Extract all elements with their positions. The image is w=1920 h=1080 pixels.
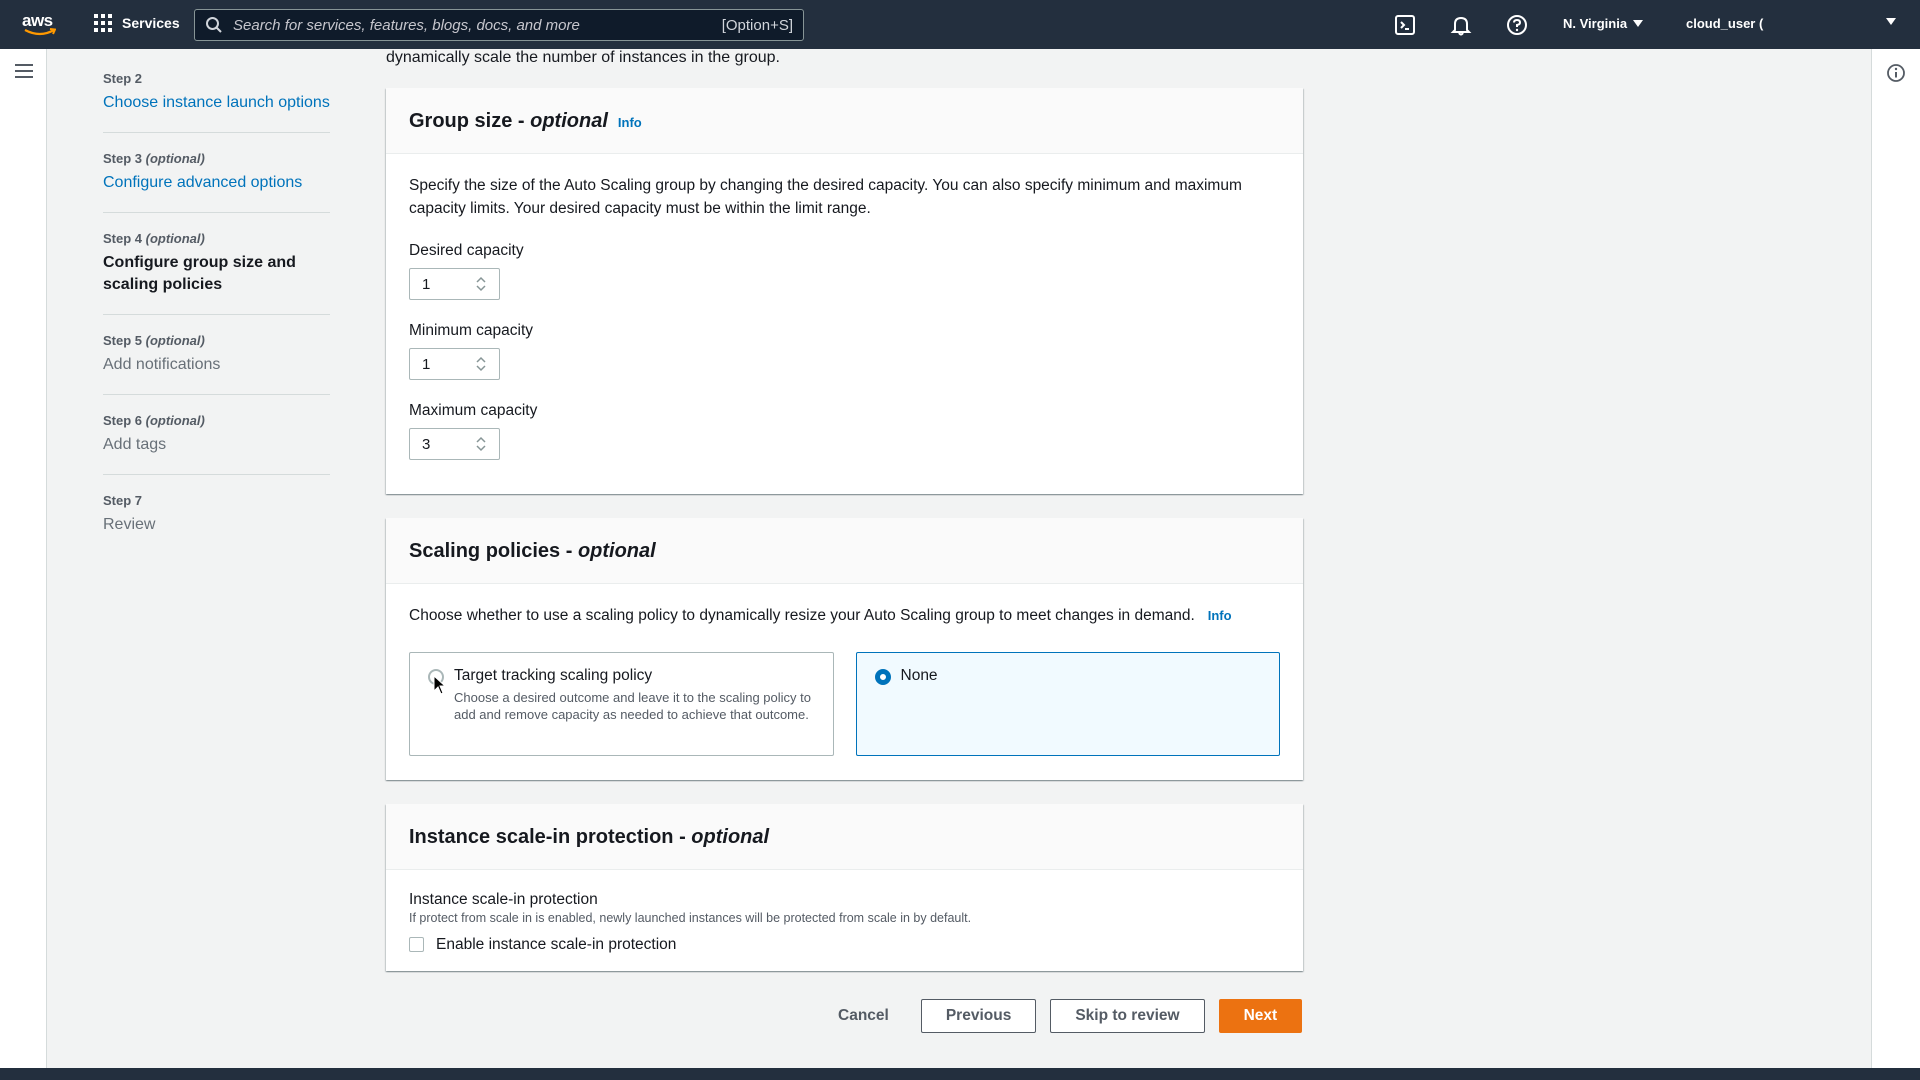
- stepper-icon[interactable]: [475, 355, 487, 373]
- maximum-capacity-label: Maximum capacity: [409, 402, 538, 419]
- previous-button[interactable]: Previous: [920, 999, 1037, 1033]
- aws-smile-icon: [24, 28, 56, 36]
- search-shortcut: [Option+S]: [721, 16, 793, 34]
- main-page: Step 2 Choose instance launch options St…: [0, 49, 1920, 1068]
- wizard-step-6: Step 6 (optional) Add tags: [103, 413, 330, 475]
- minimum-capacity-input[interactable]: 1: [409, 348, 500, 380]
- wizard-step-5: Step 5 (optional) Add notifications: [103, 333, 330, 395]
- step-review: Review: [103, 516, 156, 533]
- apps-grid-icon: [94, 14, 112, 32]
- maximum-capacity-input[interactable]: 3: [409, 428, 500, 460]
- mouse-cursor-icon: [433, 675, 447, 695]
- wizard-step-4: Step 4 (optional) Configure group size a…: [103, 231, 330, 315]
- region-label: N. Virginia: [1563, 16, 1628, 31]
- scaling-info-link[interactable]: Info: [1208, 608, 1232, 623]
- scale-in-protection-header: Instance scale-in protection - optional: [386, 804, 1303, 870]
- bottom-bar: [0, 1068, 1920, 1080]
- aws-logo[interactable]: aws: [22, 12, 58, 38]
- scale-in-protection-help: If protect from scale in is enabled, new…: [409, 911, 972, 925]
- step-tags: Add tags: [103, 436, 167, 453]
- search-input[interactable]: [233, 16, 722, 34]
- group-size-panel: Group size - optional Info Specify the s…: [386, 88, 1303, 494]
- step-link-launch-options[interactable]: Choose instance launch options: [103, 92, 330, 114]
- target-tracking-option[interactable]: Target tracking scaling policy Choose a …: [409, 652, 834, 756]
- left-rail: [0, 49, 47, 1068]
- wizard-footer: Cancel Previous Skip to review Next: [820, 999, 1303, 1033]
- chevron-down-icon[interactable]: [1886, 18, 1896, 25]
- stepper-icon[interactable]: [475, 275, 487, 293]
- step-notifications: Add notifications: [103, 356, 221, 373]
- group-size-header: Group size - optional Info: [386, 88, 1303, 154]
- next-button[interactable]: Next: [1218, 999, 1303, 1033]
- scale-in-protection-panel: Instance scale-in protection - optional …: [386, 804, 1303, 971]
- scaling-policies-header: Scaling policies - optional: [386, 518, 1303, 584]
- cloudshell-icon[interactable]: [1394, 14, 1416, 36]
- wizard-step-3: Step 3 (optional) Configure advanced opt…: [103, 151, 330, 213]
- top-navigation: aws Services [Option+S] N. Virginia: [0, 0, 1920, 49]
- services-menu[interactable]: Services: [94, 14, 180, 32]
- intro-text: dynamically scale the number of instance…: [386, 49, 780, 66]
- aws-logo-text: aws: [22, 11, 53, 30]
- desired-capacity-input[interactable]: 1: [409, 268, 500, 300]
- hamburger-menu-icon[interactable]: [15, 64, 33, 78]
- region-selector[interactable]: N. Virginia: [1563, 16, 1644, 31]
- bell-icon[interactable]: [1450, 14, 1472, 36]
- target-tracking-title: Target tracking scaling policy: [454, 667, 653, 684]
- step-link-advanced-options[interactable]: Configure advanced options: [103, 172, 330, 194]
- enable-scale-in-protection-label[interactable]: Enable instance scale-in protection: [436, 933, 676, 956]
- none-title: None: [900, 667, 938, 684]
- services-label: Services: [122, 15, 180, 31]
- group-size-info-link[interactable]: Info: [618, 115, 642, 130]
- group-size-description: Specify the size of the Auto Scaling gro…: [409, 177, 1242, 217]
- help-icon[interactable]: [1506, 14, 1528, 36]
- info-panel-icon[interactable]: [1886, 63, 1906, 83]
- stepper-icon[interactable]: [475, 435, 487, 453]
- none-option[interactable]: None: [855, 652, 1280, 756]
- scaling-policies-panel: Scaling policies - optional Choose wheth…: [386, 518, 1303, 780]
- cancel-button[interactable]: Cancel: [820, 999, 907, 1033]
- step-current-group-size: Configure group size and scaling policie…: [103, 254, 296, 293]
- wizard-step-7: Step 7 Review: [103, 493, 330, 554]
- enable-scale-in-protection-checkbox[interactable]: [409, 937, 424, 952]
- desired-capacity-label: Desired capacity: [409, 242, 524, 259]
- minimum-capacity-label: Minimum capacity: [409, 322, 534, 339]
- wizard-step-2: Step 2 Choose instance launch options: [103, 71, 330, 133]
- target-tracking-description: Choose a desired outcome and leave it to…: [454, 690, 811, 722]
- none-radio[interactable]: [874, 669, 891, 685]
- skip-to-review-button[interactable]: Skip to review: [1050, 999, 1205, 1033]
- scaling-description: Choose whether to use a scaling policy t…: [409, 607, 1232, 624]
- right-rail: [1871, 49, 1920, 1068]
- global-search[interactable]: [Option+S]: [194, 9, 804, 41]
- scale-in-protection-label: Instance scale-in protection: [409, 891, 598, 908]
- search-icon: [206, 17, 222, 33]
- chevron-down-icon: [1633, 20, 1644, 27]
- account-menu[interactable]: cloud_user (: [1686, 16, 1763, 31]
- wizard-steps: Step 2 Choose instance launch options St…: [103, 71, 330, 572]
